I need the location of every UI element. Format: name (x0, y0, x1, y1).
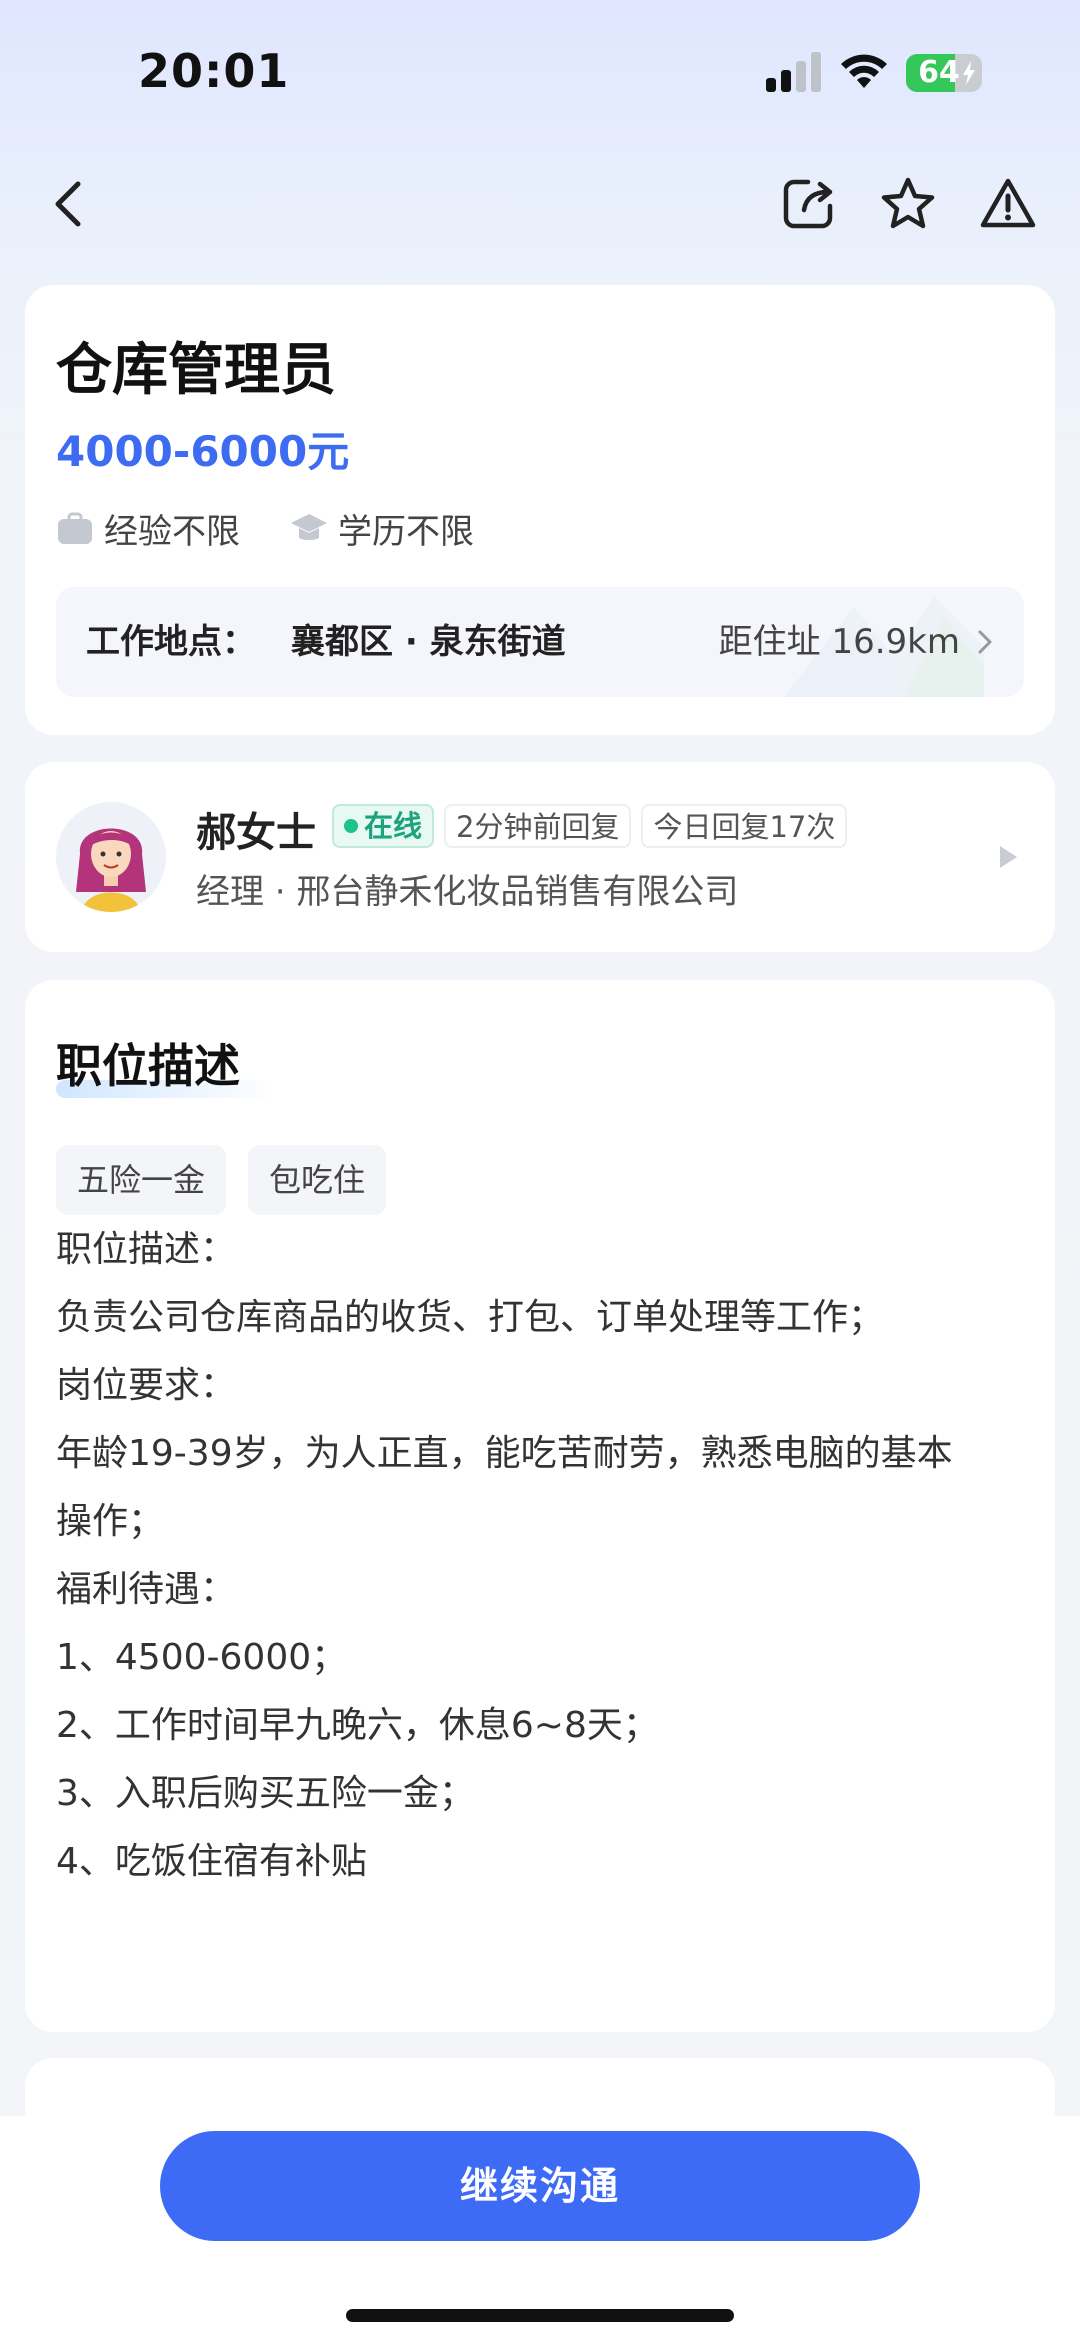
reply-time-badge: 2分钟前回复 (444, 804, 632, 848)
recruiter-company: 经理 · 邢台静禾化妆品销售有限公司 (196, 872, 739, 912)
requirements-row: 经验不限 学历不限 (56, 503, 524, 553)
share-icon[interactable] (778, 174, 838, 234)
reply-count-badge: 今日回复17次 (641, 804, 848, 848)
section-title: 职位描述 (56, 1039, 240, 1093)
description-line: 1、4500-6000； (56, 1637, 348, 1678)
education-text: 学历不限 (338, 511, 474, 552)
description-line: 3、入职后购买五险一金； (56, 1773, 475, 1814)
recruiter-name: 郝女士 (196, 810, 316, 856)
home-indicator (346, 2309, 734, 2322)
report-warning-icon[interactable] (978, 174, 1038, 234)
description-line: 负责公司仓库商品的收货、打包、订单处理等工作； (56, 1297, 885, 1338)
battery-icon: 64 (906, 54, 982, 92)
education-requirement: 学历不限 (290, 504, 474, 553)
continue-chat-button[interactable]: 继续沟通 (160, 2131, 920, 2241)
job-summary-card: 仓库管理员 4000-6000元 经验不限 学历不限 工作地点： 襄都区 · 泉… (25, 285, 1055, 735)
chevron-right-icon (978, 630, 992, 654)
description-line: 年龄19-39岁，为人正直，能吃苦耐劳，熟悉电脑的基本 (56, 1433, 953, 1474)
wifi-icon (841, 54, 887, 88)
online-badge: 在线 (332, 804, 435, 848)
back-arrow-icon[interactable] (40, 174, 100, 234)
benefit-tags: 五险一金 包吃住 (56, 1145, 408, 1215)
star-icon[interactable] (878, 174, 938, 234)
description-line: 福利待遇： (56, 1569, 237, 1610)
description-line: 职位描述： (56, 1229, 237, 1270)
description-line: 岗位要求： (56, 1365, 237, 1406)
salary: 4000-6000元 (56, 427, 350, 476)
location-value: 襄都区 · 泉东街道 (291, 622, 566, 662)
benefit-tag: 包吃住 (248, 1145, 387, 1215)
status-bar: 20:01 64 (0, 0, 1080, 140)
nav-bar (0, 160, 1080, 250)
recruiter-card[interactable]: 郝女士 在线 2分钟前回复 今日回复17次 经理 · 邢台静禾化妆品销售有限公司 (25, 762, 1055, 952)
status-time: 20:01 (138, 44, 290, 98)
benefit-tag: 五险一金 (56, 1145, 227, 1215)
description-line: 操作； (56, 1501, 165, 1542)
description-body: 职位描述： 负责公司仓库商品的收货、打包、订单处理等工作； 岗位要求： 年龄19… (56, 1216, 1046, 1896)
online-dot-icon (344, 819, 358, 833)
job-title: 仓库管理员 (56, 338, 336, 403)
section-title-wrap: 职位描述 (56, 1030, 276, 1098)
experience-text: 经验不限 (104, 511, 240, 552)
recruiter-badges: 在线 2分钟前回复 今日回复17次 (332, 804, 857, 848)
play-arrow-icon (1000, 846, 1017, 868)
work-location[interactable]: 工作地点： 襄都区 · 泉东街道 距住址 16.9km (56, 587, 1024, 697)
bottom-action-bar: 继续沟通 (0, 2116, 1080, 2341)
distance: 距住址 16.9km (718, 622, 960, 662)
graduation-cap-icon (291, 514, 327, 540)
signal-icon (766, 52, 821, 92)
description-line: 2、工作时间早九晚六，休息6~8天； (56, 1705, 659, 1746)
charging-bolt-icon (963, 61, 975, 85)
location-label: 工作地点： (86, 622, 256, 662)
experience-requirement: 经验不限 (56, 504, 240, 553)
briefcase-icon (58, 512, 92, 544)
online-text: 在线 (364, 809, 423, 843)
job-description-card: 职位描述 五险一金 包吃住 职位描述： 负责公司仓库商品的收货、打包、订单处理等… (25, 980, 1055, 2032)
avatar-illustration-icon (76, 828, 146, 912)
avatar (56, 802, 166, 912)
description-line: 4、吃饭住宿有补贴 (56, 1841, 367, 1882)
